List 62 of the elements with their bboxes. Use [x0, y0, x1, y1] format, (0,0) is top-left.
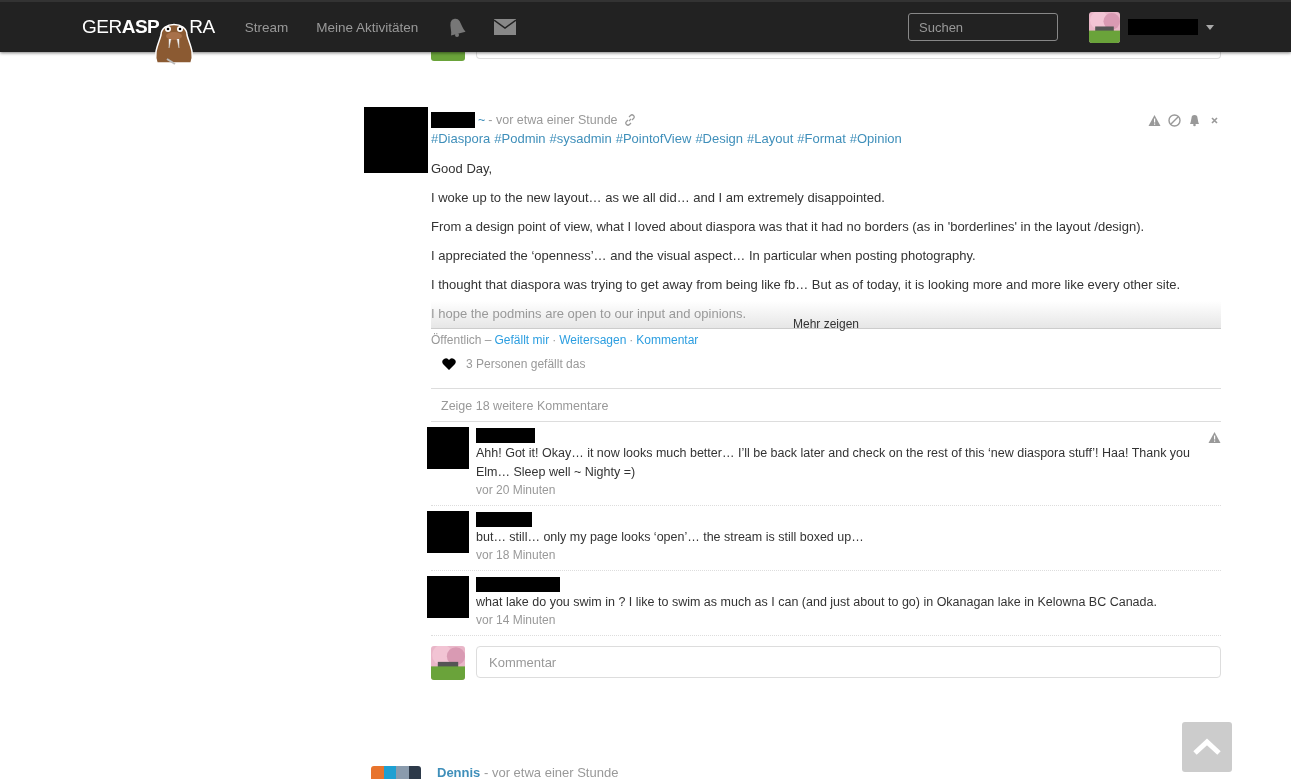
comment-field[interactable]: Kommentar	[476, 646, 1221, 678]
comment-text: what lake do you swim in ? I like to swim as much as I can (and just about to go) in Okanagan lake in Kelowna BC Canada.	[476, 594, 1158, 611]
avatar-photo	[431, 646, 465, 680]
nav-link[interactable]: Stream	[244, 19, 289, 35]
separator-dot: ·	[552, 333, 557, 347]
nav-link[interactable]: Meine Aktivitäten	[316, 19, 419, 35]
scroll-to-top-button[interactable]	[1182, 722, 1232, 772]
likes-count: 3 Personen gefällt das	[466, 357, 586, 371]
comment-time: vor 14 Minuten	[476, 613, 557, 627]
redacted-name	[476, 428, 535, 443]
post-paragraph: I hope the podmins are open to our input and opinions.	[431, 305, 748, 320]
redacted-name	[431, 112, 475, 128]
heart-icon	[442, 358, 456, 370]
redacted-name	[476, 512, 532, 527]
search-field[interactable]: Suchen	[908, 13, 1058, 41]
redacted-avatar	[427, 576, 469, 618]
action-link[interactable]: Gefällt mir	[494, 333, 550, 347]
post-paragraph: Good Day,	[431, 162, 494, 175]
avatar-stripes-drawing	[371, 765, 421, 779]
bell-icon[interactable]	[1188, 113, 1201, 127]
post-time: - vor etwa einer Stunde	[483, 765, 619, 779]
chevron-up-icon	[1192, 738, 1222, 756]
hashtag-link[interactable]: #Diaspora	[431, 131, 491, 146]
logo-text: GER	[82, 16, 122, 38]
post-paragraph: I thought that diaspora was trying to get away from being like fb… But as of today, it is looking more and more like every other site.	[431, 278, 1182, 291]
comment-text: but… still… only my page looks ‘open’… the stream is still boxed up…	[476, 529, 865, 546]
hashtag-link[interactable]: #Opinion	[849, 131, 902, 146]
post-paragraph: I woke up to the new layout… as we all did… and I am extremely disappointed.	[431, 191, 886, 204]
hashtag-link[interactable]: #Design	[695, 131, 744, 146]
action-link[interactable]: Kommentar	[636, 333, 699, 347]
hashtag-link[interactable]: #Format	[797, 131, 846, 146]
warning-icon[interactable]	[1148, 113, 1161, 127]
hashtag-link[interactable]: #Podmin	[494, 131, 546, 146]
show-more-button[interactable]: Mehr zeigen	[793, 317, 859, 331]
comment-text: Ahh! Got it! Okay… it now looks much better… I’ll be back later and check on the rest of this ‘new diaspora stuff’! Haa! Thank you Elm… Sleep well ~ Nighty =)	[476, 445, 1191, 481]
logo-text: ASP	[121, 16, 160, 38]
redacted-name	[1128, 19, 1198, 35]
show-more-comments-link[interactable]: Zeige 18 weitere Kommentare	[431, 388, 1221, 422]
mail-icon[interactable]	[494, 19, 517, 35]
separator-dot: ·	[629, 333, 634, 347]
block-icon[interactable]	[1168, 113, 1181, 127]
avatar-photo	[431, 52, 465, 61]
caret-icon[interactable]	[1206, 24, 1214, 30]
comment-time: vor 20 Minuten	[476, 483, 557, 497]
hashtag-link[interactable]: #PointofView	[615, 131, 692, 146]
redacted-avatar	[427, 511, 469, 553]
logo-text: RA	[189, 16, 215, 38]
author-suffix: ~	[478, 113, 486, 127]
author-link[interactable]: Dennis	[437, 765, 481, 779]
comment-time: vor 18 Minuten	[476, 548, 557, 562]
redacted-avatar	[364, 107, 428, 173]
action-link[interactable]: Weitersagen	[559, 333, 627, 347]
visibility-label: Öffentlich –	[431, 333, 492, 347]
avatar-photo	[1089, 11, 1120, 43]
post-time: - vor etwa einer Stunde	[488, 113, 618, 127]
redacted-avatar	[427, 427, 469, 469]
link-icon[interactable]	[623, 114, 636, 126]
post-paragraph: I appreciated the ‘openness’… and the visual aspect… In particular when posting photography.	[431, 249, 977, 262]
hashtag-link[interactable]: #sysadmin	[549, 131, 612, 146]
hashtag-link[interactable]: #Layout	[747, 131, 794, 146]
warning-icon[interactable]	[1208, 431, 1221, 444]
post-paragraph: From a design point of view, what I loved about diaspora was that it had no borders (as in 'borderlines' in the layout /design).	[431, 220, 1146, 233]
